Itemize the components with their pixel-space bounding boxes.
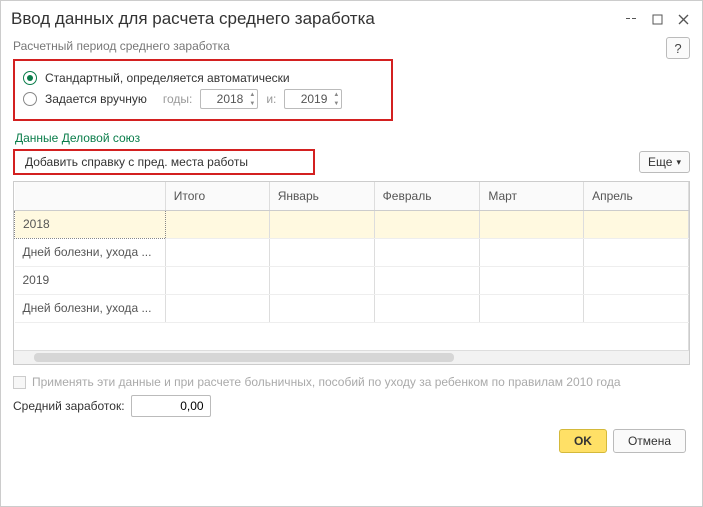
add-reference-button[interactable]: Добавить справку с пред. места работы [15, 151, 313, 173]
chevron-down-icon: ▾ [676, 157, 681, 168]
table-cell[interactable] [269, 266, 374, 294]
table-cell[interactable] [584, 294, 689, 322]
year2-spinner[interactable]: ▲▼ [331, 90, 341, 108]
table-cell[interactable] [584, 210, 689, 238]
table-cell[interactable] [480, 266, 584, 294]
table-cell[interactable] [165, 266, 269, 294]
table-cell[interactable] [165, 210, 269, 238]
table-cell[interactable] [584, 266, 689, 294]
help-button[interactable]: ? [666, 37, 690, 59]
cancel-button[interactable]: Отмена [613, 429, 686, 453]
avg-earnings-label: Средний заработок: [13, 399, 125, 413]
table-row-sickdays-2019[interactable]: Дней болезни, ухода ... [15, 294, 166, 322]
data-section-title: Данные Деловой союз [15, 131, 690, 145]
table-cell[interactable] [374, 238, 480, 266]
table-header-month-4[interactable]: Апрель [584, 182, 689, 210]
add-reference-highlight: Добавить справку с пред. места работы [13, 149, 315, 175]
apply-2010-label: Применять эти данные и при расчете больн… [32, 375, 621, 389]
maximize-icon[interactable] [648, 10, 666, 28]
more-button[interactable]: Еще ▾ [639, 151, 690, 173]
close-icon[interactable] [674, 10, 692, 28]
table-cell[interactable] [165, 294, 269, 322]
table-cell[interactable] [269, 238, 374, 266]
period-auto-label: Стандартный, определяется автоматически [45, 71, 290, 85]
table-cell[interactable] [374, 266, 480, 294]
period-manual-radio[interactable] [23, 92, 37, 106]
period-manual-label: Задается вручную [45, 92, 147, 106]
table-header-total[interactable]: Итого [165, 182, 269, 210]
years-label: годы: [163, 92, 192, 106]
table-empty-row [15, 322, 689, 350]
table-header-month-2[interactable]: Февраль [374, 182, 480, 210]
earnings-table: Итого Январь Февраль Март Апрель 2018 Дн… [13, 181, 690, 365]
table-row-year-2019[interactable]: 2019 [15, 266, 166, 294]
table-cell[interactable] [584, 238, 689, 266]
collapse-icon[interactable] [622, 10, 640, 28]
table-cell[interactable] [269, 210, 374, 238]
apply-2010-checkbox[interactable] [13, 376, 26, 389]
window-title: Ввод данных для расчета среднего заработ… [11, 9, 622, 29]
ok-button[interactable]: OK [559, 429, 607, 453]
period-options-group: Стандартный, определяется автоматически … [13, 59, 393, 121]
and-label: и: [266, 92, 276, 106]
table-header-blank [15, 182, 166, 210]
table-row-year-2018[interactable]: 2018 [15, 210, 166, 238]
table-cell[interactable] [165, 238, 269, 266]
table-row-sickdays-2018[interactable]: Дней болезни, ухода ... [15, 238, 166, 266]
period-section-label: Расчетный период среднего заработка [13, 39, 230, 53]
table-header-month-1[interactable]: Январь [269, 182, 374, 210]
year1-spinner[interactable]: ▲▼ [247, 90, 257, 108]
table-cell[interactable] [480, 238, 584, 266]
avg-earnings-input[interactable] [131, 395, 211, 417]
table-cell[interactable] [480, 294, 584, 322]
period-auto-radio[interactable] [23, 71, 37, 85]
table-cell[interactable] [269, 294, 374, 322]
table-cell[interactable] [374, 210, 480, 238]
horizontal-scrollbar[interactable] [14, 350, 689, 364]
table-header-month-3[interactable]: Март [480, 182, 584, 210]
table-cell[interactable] [480, 210, 584, 238]
table-cell[interactable] [374, 294, 480, 322]
